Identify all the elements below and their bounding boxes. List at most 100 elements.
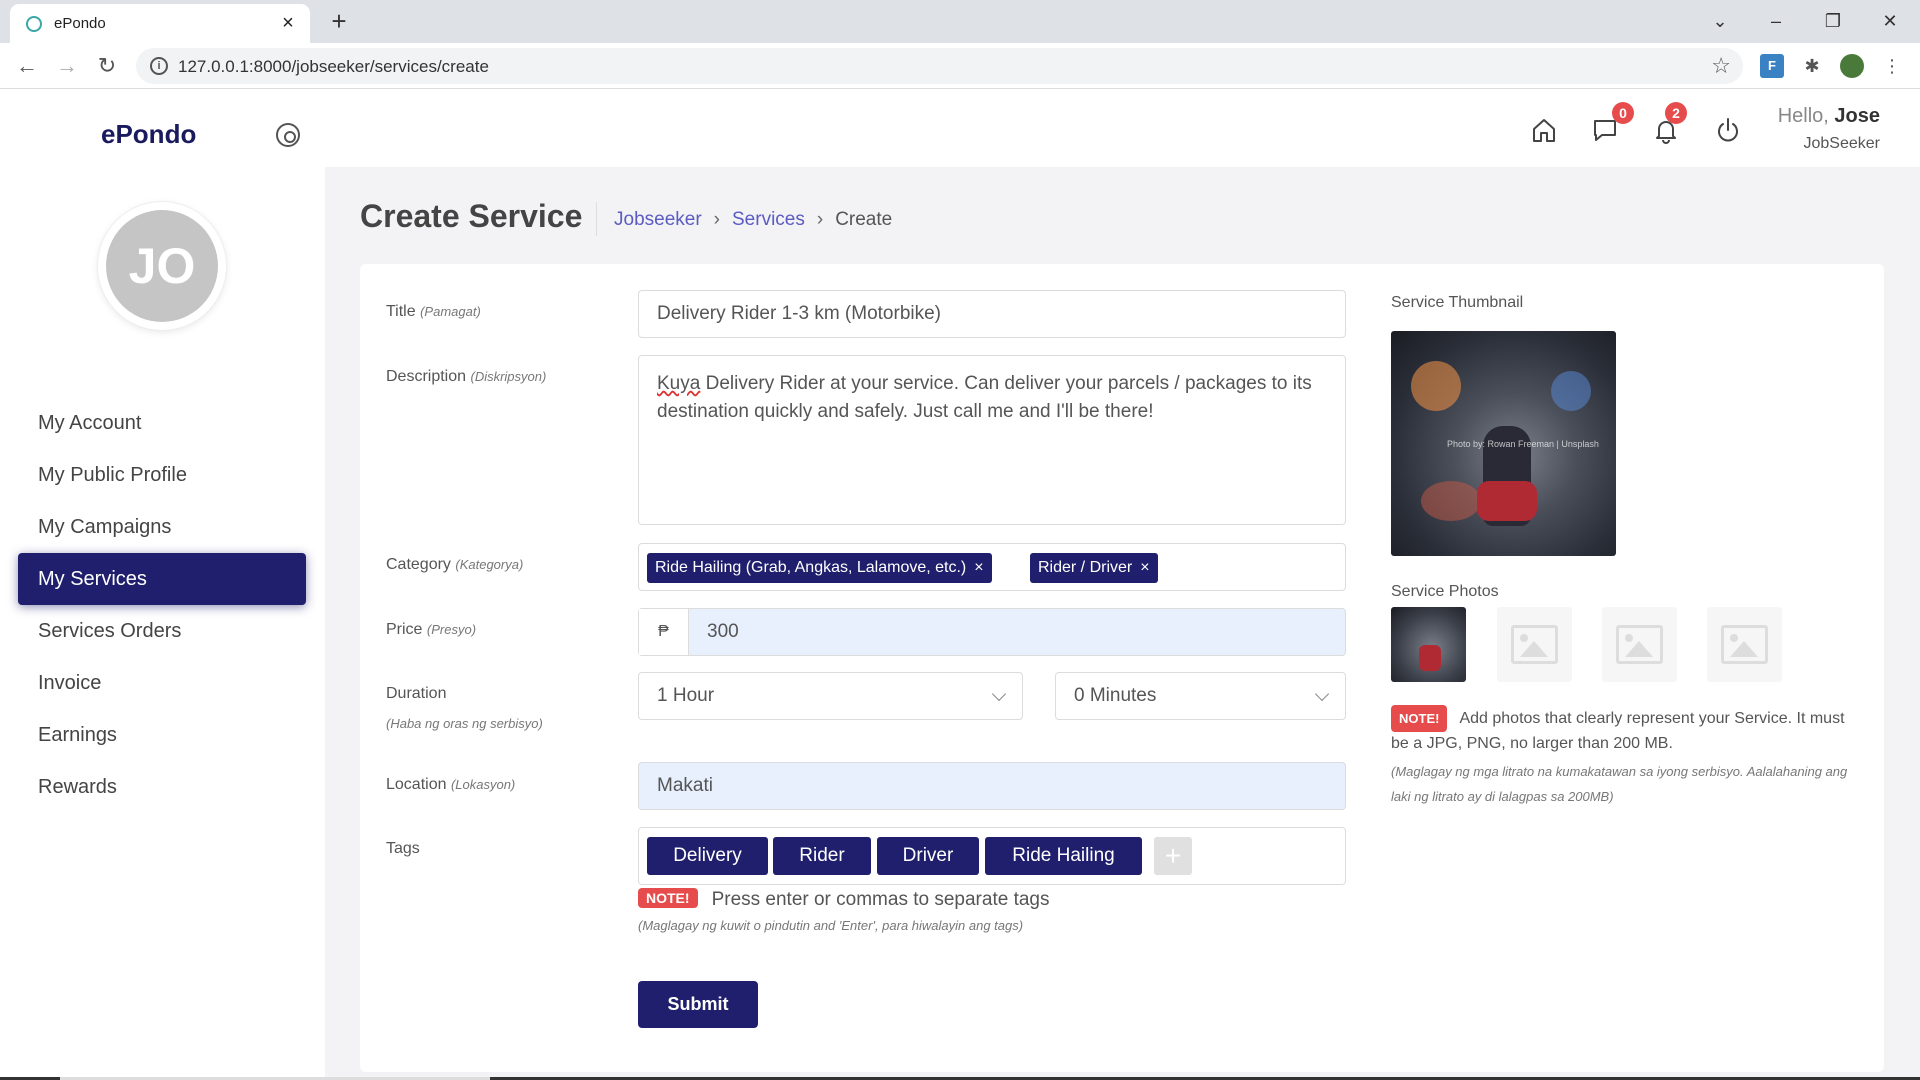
sidebar-item-my-campaigns[interactable]: My Campaigns xyxy=(18,501,306,553)
breadcrumb-current: Create xyxy=(835,209,893,230)
profile-avatar-icon[interactable] xyxy=(1840,54,1864,78)
price-input[interactable]: ₱ 300 xyxy=(638,608,1346,656)
sidebar-item-my-account[interactable]: My Account xyxy=(18,397,306,449)
sidebar-item-earnings[interactable]: Earnings xyxy=(18,709,306,761)
header-divider xyxy=(596,202,597,236)
extensions-puzzle-icon[interactable]: ✱ xyxy=(1800,54,1824,78)
price-label: Price (Presyo) xyxy=(386,621,476,639)
tag-chip[interactable]: Delivery xyxy=(647,837,768,875)
address-bar[interactable]: i 127.0.0.1:8000/jobseeker/services/crea… xyxy=(136,48,1743,84)
price-label-text: Price xyxy=(386,621,423,638)
sidebar-item-my-services[interactable]: My Services xyxy=(18,553,306,605)
description-text: Delivery Rider at your service. Can deli… xyxy=(657,373,1312,422)
tag-chip[interactable]: Ride Hailing xyxy=(985,837,1142,875)
location-label-hint: (Lokasyon) xyxy=(450,777,516,792)
sidebar-item-my-public-profile[interactable]: My Public Profile xyxy=(18,449,306,501)
photos-note-hint: (Maglagay ng mga litrato na kumakatawan … xyxy=(1391,764,1848,804)
breadcrumb-jobseeker[interactable]: Jobseeker xyxy=(614,209,702,230)
image-placeholder-icon xyxy=(1511,625,1558,664)
description-textarea[interactable]: Kuya Delivery Rider at your service. Can… xyxy=(638,355,1346,525)
chevron-right-icon: › xyxy=(816,209,824,230)
service-thumbnail-image[interactable]: Photo by: Rowan Freeman | Unsplash xyxy=(1391,331,1616,556)
tag-chip[interactable]: Rider xyxy=(773,837,871,875)
currency-peso-icon: ₱ xyxy=(639,609,689,655)
category-multiselect[interactable]: Ride Hailing (Grab, Angkas, Lalamove, et… xyxy=(638,543,1346,591)
new-tab-button[interactable]: + xyxy=(324,6,354,36)
forward-arrow-icon[interactable]: → xyxy=(52,51,82,81)
category-label-hint: (Kategorya) xyxy=(455,557,524,572)
avatar-initials: JO xyxy=(106,210,218,322)
service-photo-placeholder[interactable] xyxy=(1707,607,1782,682)
duration-label: Duration xyxy=(386,685,447,702)
notifications-count-badge: 2 xyxy=(1665,102,1687,124)
category-chip: Rider / Driver × xyxy=(1030,553,1158,583)
duration-hours-select[interactable]: 1 Hour xyxy=(638,672,1023,720)
sidebar-menu: My Account My Public Profile My Campaign… xyxy=(18,397,306,813)
location-input[interactable]: Makati xyxy=(638,762,1346,810)
note-badge: NOTE! xyxy=(1391,705,1448,732)
minimize-window-button[interactable]: – xyxy=(1756,6,1796,36)
service-photo-placeholder[interactable] xyxy=(1497,607,1572,682)
close-window-button[interactable]: ✕ xyxy=(1870,6,1910,36)
submit-button[interactable]: Submit xyxy=(638,981,758,1028)
sidebar-item-rewards[interactable]: Rewards xyxy=(18,761,306,813)
tab-search-icon[interactable]: ⌄ xyxy=(1700,6,1740,36)
duration-minutes-select[interactable]: 0 Minutes xyxy=(1055,672,1346,720)
tags-note-text: Press enter or commas to separate tags xyxy=(711,889,1050,910)
sidebar-item-invoice[interactable]: Invoice xyxy=(18,657,306,709)
brand-logo[interactable]: ePondo xyxy=(101,119,196,150)
price-label-hint: (Presyo) xyxy=(426,622,477,637)
browser-tabstrip: ePondo × + ⌄ – ❐ ✕ xyxy=(0,0,1920,43)
home-icon[interactable] xyxy=(1530,116,1558,144)
service-photo-1[interactable] xyxy=(1391,607,1466,682)
description-label: Description (Diskripsyon) xyxy=(386,368,546,386)
tags-note: NOTE! Press enter or commas to separate t… xyxy=(638,888,1050,911)
tags-note-hint: (Maglagay ng kuwit o pindutin and 'Enter… xyxy=(638,918,1024,933)
browser-menu-icon[interactable]: ⋮ xyxy=(1880,54,1904,78)
sidebar: ePondo JO My Account My Public Profile M… xyxy=(0,89,325,1080)
description-label-text: Description xyxy=(386,368,467,385)
close-tab-icon[interactable]: × xyxy=(276,11,300,35)
bookmark-star-icon[interactable]: ☆ xyxy=(1711,53,1731,79)
greeting-text: Hello, xyxy=(1777,105,1829,127)
reload-icon[interactable]: ↻ xyxy=(92,51,122,81)
extension-icon[interactable]: F xyxy=(1760,54,1784,78)
breadcrumb: Jobseeker › Services › Create xyxy=(614,209,892,231)
tags-label: Tags xyxy=(386,840,420,857)
user-name: Jose xyxy=(1834,105,1880,127)
thumbnail-watermark: Photo by: Rowan Freeman | Unsplash xyxy=(1447,439,1599,449)
back-arrow-icon[interactable]: ← xyxy=(12,51,42,81)
avatar: JO xyxy=(98,202,226,330)
category-chip: Ride Hailing (Grab, Angkas, Lalamove, et… xyxy=(647,553,992,583)
power-logout-icon[interactable] xyxy=(1714,116,1742,144)
description-first-word: Kuya xyxy=(657,373,701,394)
page-title: Create Service xyxy=(360,198,583,234)
thumbnail-bokeh xyxy=(1411,361,1461,411)
sidebar-item-services-orders[interactable]: Services Orders xyxy=(18,605,306,657)
tags-input[interactable]: Delivery Rider Driver Ride Hailing + xyxy=(638,827,1346,885)
restore-window-button[interactable]: ❐ xyxy=(1813,6,1853,36)
browser-tab[interactable]: ePondo × xyxy=(10,4,310,43)
service-photo-placeholder[interactable] xyxy=(1602,607,1677,682)
site-info-icon[interactable]: i xyxy=(150,57,168,75)
title-input[interactable]: Delivery Rider 1-3 km (Motorbike) xyxy=(638,290,1346,338)
browser-toolbar: ← → ↻ i 127.0.0.1:8000/jobseeker/service… xyxy=(0,43,1920,89)
chevron-right-icon: › xyxy=(713,209,720,230)
title-label-hint: (Pamagat) xyxy=(420,304,481,319)
address-url[interactable]: 127.0.0.1:8000/jobseeker/services/create xyxy=(178,57,489,77)
duration-minutes-value: 0 Minutes xyxy=(1074,685,1157,706)
breadcrumb-services[interactable]: Services xyxy=(732,209,805,230)
create-service-card: Title (Pamagat) Delivery Rider 1-3 km (M… xyxy=(360,264,1884,1072)
sidebar-toggle-icon[interactable] xyxy=(276,123,300,147)
thumbnail-bokeh xyxy=(1421,481,1481,521)
duration-hours-value: 1 Hour xyxy=(657,685,715,706)
messages-count-badge: 0 xyxy=(1612,102,1634,124)
user-greeting[interactable]: Hello, Jose xyxy=(1778,105,1880,128)
remove-chip-icon[interactable]: × xyxy=(1140,559,1149,576)
tag-chip[interactable]: Driver xyxy=(877,837,979,875)
remove-chip-icon[interactable]: × xyxy=(974,559,983,576)
chevron-down-icon xyxy=(1314,686,1330,702)
price-value: 300 xyxy=(707,621,739,642)
add-tag-icon[interactable]: + xyxy=(1154,837,1192,875)
photos-label: Service Photos xyxy=(1391,583,1499,600)
